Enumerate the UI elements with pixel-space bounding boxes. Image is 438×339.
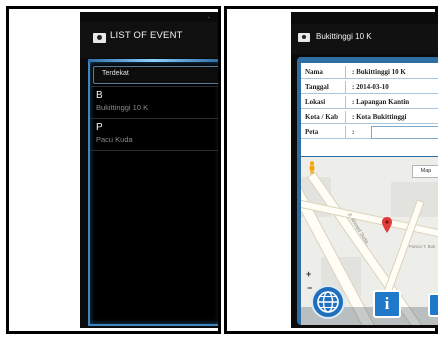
map-type-button[interactable]: Map (412, 165, 438, 178)
globe-icon[interactable] (311, 285, 345, 319)
detail-card: Nama : Bukittinggi 10 K Tanggal : 2014-0… (301, 63, 438, 156)
list-divider (90, 150, 218, 152)
list-item-letter: P (96, 122, 103, 133)
list-item-letter: B (96, 90, 103, 101)
filter-dropdown[interactable]: Terdekat (93, 66, 218, 84)
detail-value: : (352, 128, 355, 136)
page-title: Bukittinggi 10 K (316, 32, 372, 41)
detail-row-lokasi: Lokasi : Lapangan Kantin (301, 95, 438, 109)
detail-value: : Bukittinggi 10 K (352, 68, 406, 76)
detail-label: Nama (305, 68, 323, 76)
action-bar: LIST OF EVENT (80, 22, 218, 58)
list-item-name: Pacu Kuda (96, 135, 133, 144)
detail-row-peta: Peta : (301, 125, 438, 139)
list-item[interactable]: P Pacu Kuda (90, 118, 218, 149)
detail-row-kota: Kota / Kab : Kota Bukittinggi (301, 110, 438, 124)
detail-label: Kota / Kab (305, 113, 339, 121)
detail-value: : Kota Bukittinggi (352, 113, 407, 121)
info-icon[interactable]: i (373, 290, 401, 318)
camera-icon[interactable] (298, 33, 310, 42)
detail-label: Tanggal (305, 83, 329, 91)
filter-value: Terdekat (102, 70, 129, 77)
status-indicator: ▪ (208, 15, 210, 21)
divider (345, 111, 346, 123)
divider (345, 66, 346, 78)
action-bar: Bukittinggi 10 K (291, 24, 438, 54)
detail-label: Peta (305, 128, 319, 136)
detail-value: : Lapangan Kantin (352, 98, 410, 106)
event-list-screen: ▪ LIST OF EVENT Terdekat B Bukittinggi 1… (80, 12, 218, 328)
event-detail-screen: Bukittinggi 10 K Nama : Bukittinggi 10 K… (291, 12, 438, 328)
event-list-panel: Terdekat B Bukittinggi 10 K P Pacu Kuda (88, 62, 218, 326)
map-marker-icon[interactable] (382, 217, 392, 238)
list-item[interactable]: B Bukittinggi 10 K (90, 86, 218, 117)
page-title: LIST OF EVENT (110, 30, 183, 41)
divider (345, 126, 346, 138)
pegman-icon[interactable] (308, 161, 316, 179)
divider (345, 81, 346, 93)
divider (345, 96, 346, 108)
image-icon[interactable] (428, 293, 438, 317)
detail-panel: Nama : Bukittinggi 10 K Tanggal : 2014-0… (297, 57, 438, 325)
map-place-label: Panca T. Buk (409, 244, 436, 249)
zoom-in-button[interactable]: + (306, 269, 311, 279)
zoom-out-button[interactable]: − (307, 283, 312, 293)
detail-label: Lokasi (305, 98, 326, 106)
detail-row-tanggal: Tanggal : 2014-03-10 (301, 80, 438, 94)
detail-value: : 2014-03-10 (352, 83, 389, 91)
detail-row-nama: Nama : Bukittinggi 10 K (301, 65, 438, 79)
camera-icon[interactable] (93, 33, 106, 43)
map-field[interactable] (371, 126, 438, 139)
list-item-name: Bukittinggi 10 K (96, 103, 149, 112)
